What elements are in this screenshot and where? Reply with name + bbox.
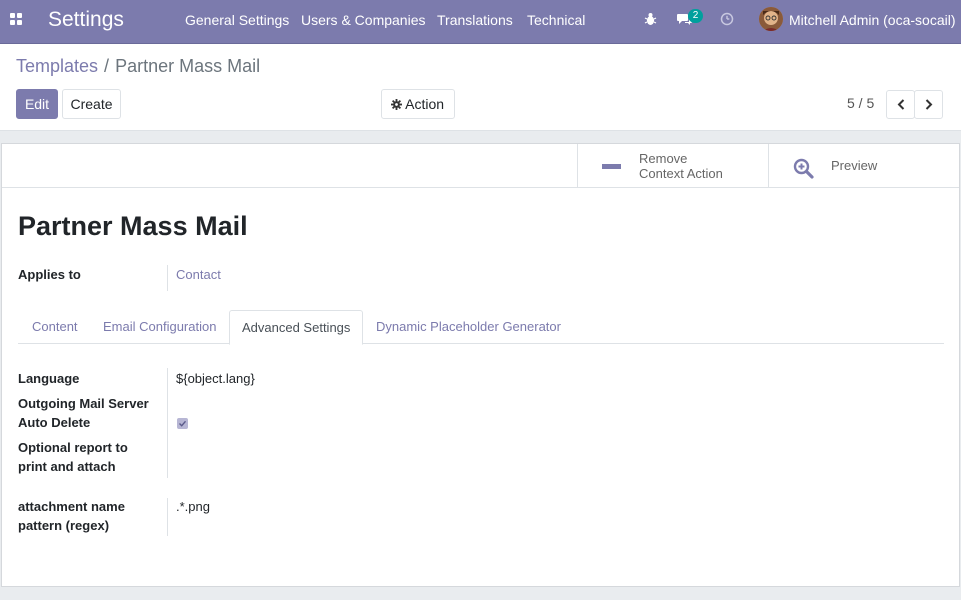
field-separator <box>167 498 168 536</box>
report-label-line2: print and attach <box>18 459 116 474</box>
preview-button[interactable]: Preview <box>768 144 959 187</box>
pager-value[interactable]: 5 / 5 <box>847 95 874 111</box>
remove-label-line1: Remove <box>639 151 688 166</box>
notebook-tabs: Content Email Configuration Advanced Set… <box>18 310 944 345</box>
user-avatar[interactable] <box>759 7 783 31</box>
tab-advanced-settings[interactable]: Advanced Settings <box>229 310 364 345</box>
edit-button[interactable]: Edit <box>16 89 58 119</box>
language-label: Language <box>18 371 80 386</box>
auto-delete-label: Auto Delete <box>18 415 91 430</box>
attachment-pattern-value[interactable]: .*.png <box>176 499 210 514</box>
menu-translations[interactable]: Translations <box>437 12 513 28</box>
menu-users-companies[interactable]: Users & Companies <box>301 12 426 28</box>
chevron-left-icon <box>897 99 904 110</box>
outgoing-mail-server-label: Outgoing Mail Server <box>18 396 149 411</box>
action-label: Action <box>405 96 445 112</box>
gear-icon <box>391 99 402 110</box>
apps-menu-icon[interactable] <box>10 13 23 26</box>
field-separator <box>167 265 168 291</box>
menu-technical[interactable]: Technical <box>527 12 585 28</box>
chevron-right-icon <box>925 99 932 110</box>
top-navbar: Settings General Settings Users & Compan… <box>0 0 961 44</box>
tab-email-configuration[interactable]: Email Configuration <box>91 310 228 344</box>
tab-dynamic-placeholder-generator[interactable]: Dynamic Placeholder Generator <box>364 310 573 344</box>
pager-previous-button[interactable] <box>886 90 915 119</box>
applies-to-label: Applies to <box>18 267 81 282</box>
field-separator <box>167 368 168 478</box>
form-sheet: Remove Context Action Preview Partner Ma… <box>1 143 960 587</box>
button-box: Remove Context Action Preview <box>2 144 959 188</box>
control-panel: Templates / Partner Mass Mail Edit Create … <box>0 44 961 131</box>
menu-general-settings[interactable]: General Settings <box>185 12 289 28</box>
check-icon <box>179 420 187 427</box>
attachment-pattern-label-line2: pattern (regex) <box>18 518 110 533</box>
breadcrumb-current: Partner Mass Mail <box>115 56 261 76</box>
applies-to-value[interactable]: Contact <box>176 267 221 282</box>
create-button[interactable]: Create <box>62 89 121 119</box>
minus-icon <box>602 164 621 169</box>
clock-icon[interactable] <box>720 12 734 26</box>
tab-content[interactable]: Content <box>20 310 90 344</box>
remove-context-action-button[interactable]: Remove Context Action <box>577 144 768 187</box>
breadcrumb: Templates / Partner Mass Mail <box>16 56 260 77</box>
preview-label: Preview <box>831 158 878 173</box>
app-title: Settings <box>48 8 124 31</box>
message-count-badge: 2 <box>688 9 703 23</box>
report-label-line1: Optional report to <box>18 440 128 455</box>
pager-next-button[interactable] <box>914 90 943 119</box>
record-title: Partner Mass Mail <box>18 211 248 241</box>
breadcrumb-separator: / <box>104 56 110 76</box>
breadcrumb-templates-link[interactable]: Templates <box>16 56 98 76</box>
remove-label-line2: Context Action <box>639 166 723 181</box>
action-dropdown-button[interactable]: Action <box>381 89 455 119</box>
attachment-pattern-label-line1: attachment name <box>18 499 125 514</box>
search-plus-icon <box>793 158 814 179</box>
language-value[interactable]: ${object.lang} <box>176 371 255 386</box>
auto-delete-checkbox[interactable] <box>177 418 188 429</box>
bug-icon[interactable] <box>644 12 657 26</box>
user-menu[interactable]: Mitchell Admin (oca-socail) <box>789 12 956 28</box>
